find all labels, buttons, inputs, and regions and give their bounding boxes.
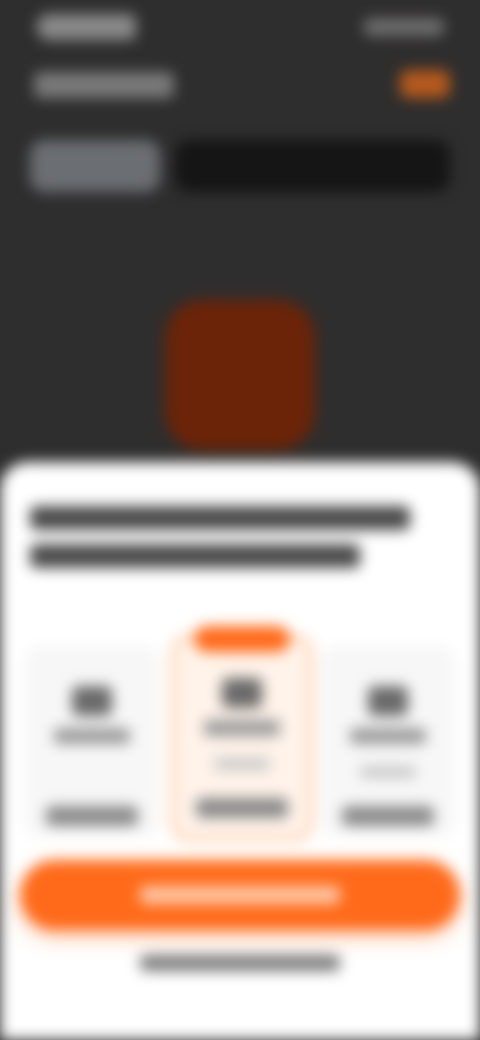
plan-duration [72, 686, 112, 716]
plan-price [196, 798, 288, 818]
plan-note [360, 766, 416, 778]
plan-unit [54, 728, 130, 744]
plan-options [24, 626, 456, 840]
plan-card[interactable] [24, 646, 160, 836]
plan-card[interactable] [320, 646, 456, 836]
close-icon[interactable] [400, 70, 450, 98]
tab-second[interactable] [175, 140, 450, 192]
page-title [34, 72, 174, 98]
plan-card-featured[interactable] [172, 636, 312, 840]
segmented-control [30, 140, 450, 192]
plan-price [46, 806, 138, 826]
continue-button-label [140, 886, 340, 904]
system-status-icons [364, 18, 444, 36]
plan-price [342, 806, 434, 826]
plan-unit [204, 720, 280, 736]
status-bar [0, 0, 480, 60]
plan-unit [350, 728, 426, 744]
tab-first[interactable] [30, 140, 160, 192]
sheet-headline [30, 506, 450, 568]
plan-duration [368, 686, 408, 716]
clock-icon [40, 14, 136, 40]
blurred-screen [0, 0, 480, 1040]
restore-link[interactable] [140, 955, 340, 971]
continue-button[interactable] [20, 860, 460, 930]
best-value-badge [194, 626, 290, 652]
headline-line-2 [30, 544, 360, 568]
plan-note [214, 758, 270, 770]
headline-line-1 [30, 506, 410, 530]
plan-duration [222, 678, 262, 708]
app-logo-icon [165, 300, 315, 450]
